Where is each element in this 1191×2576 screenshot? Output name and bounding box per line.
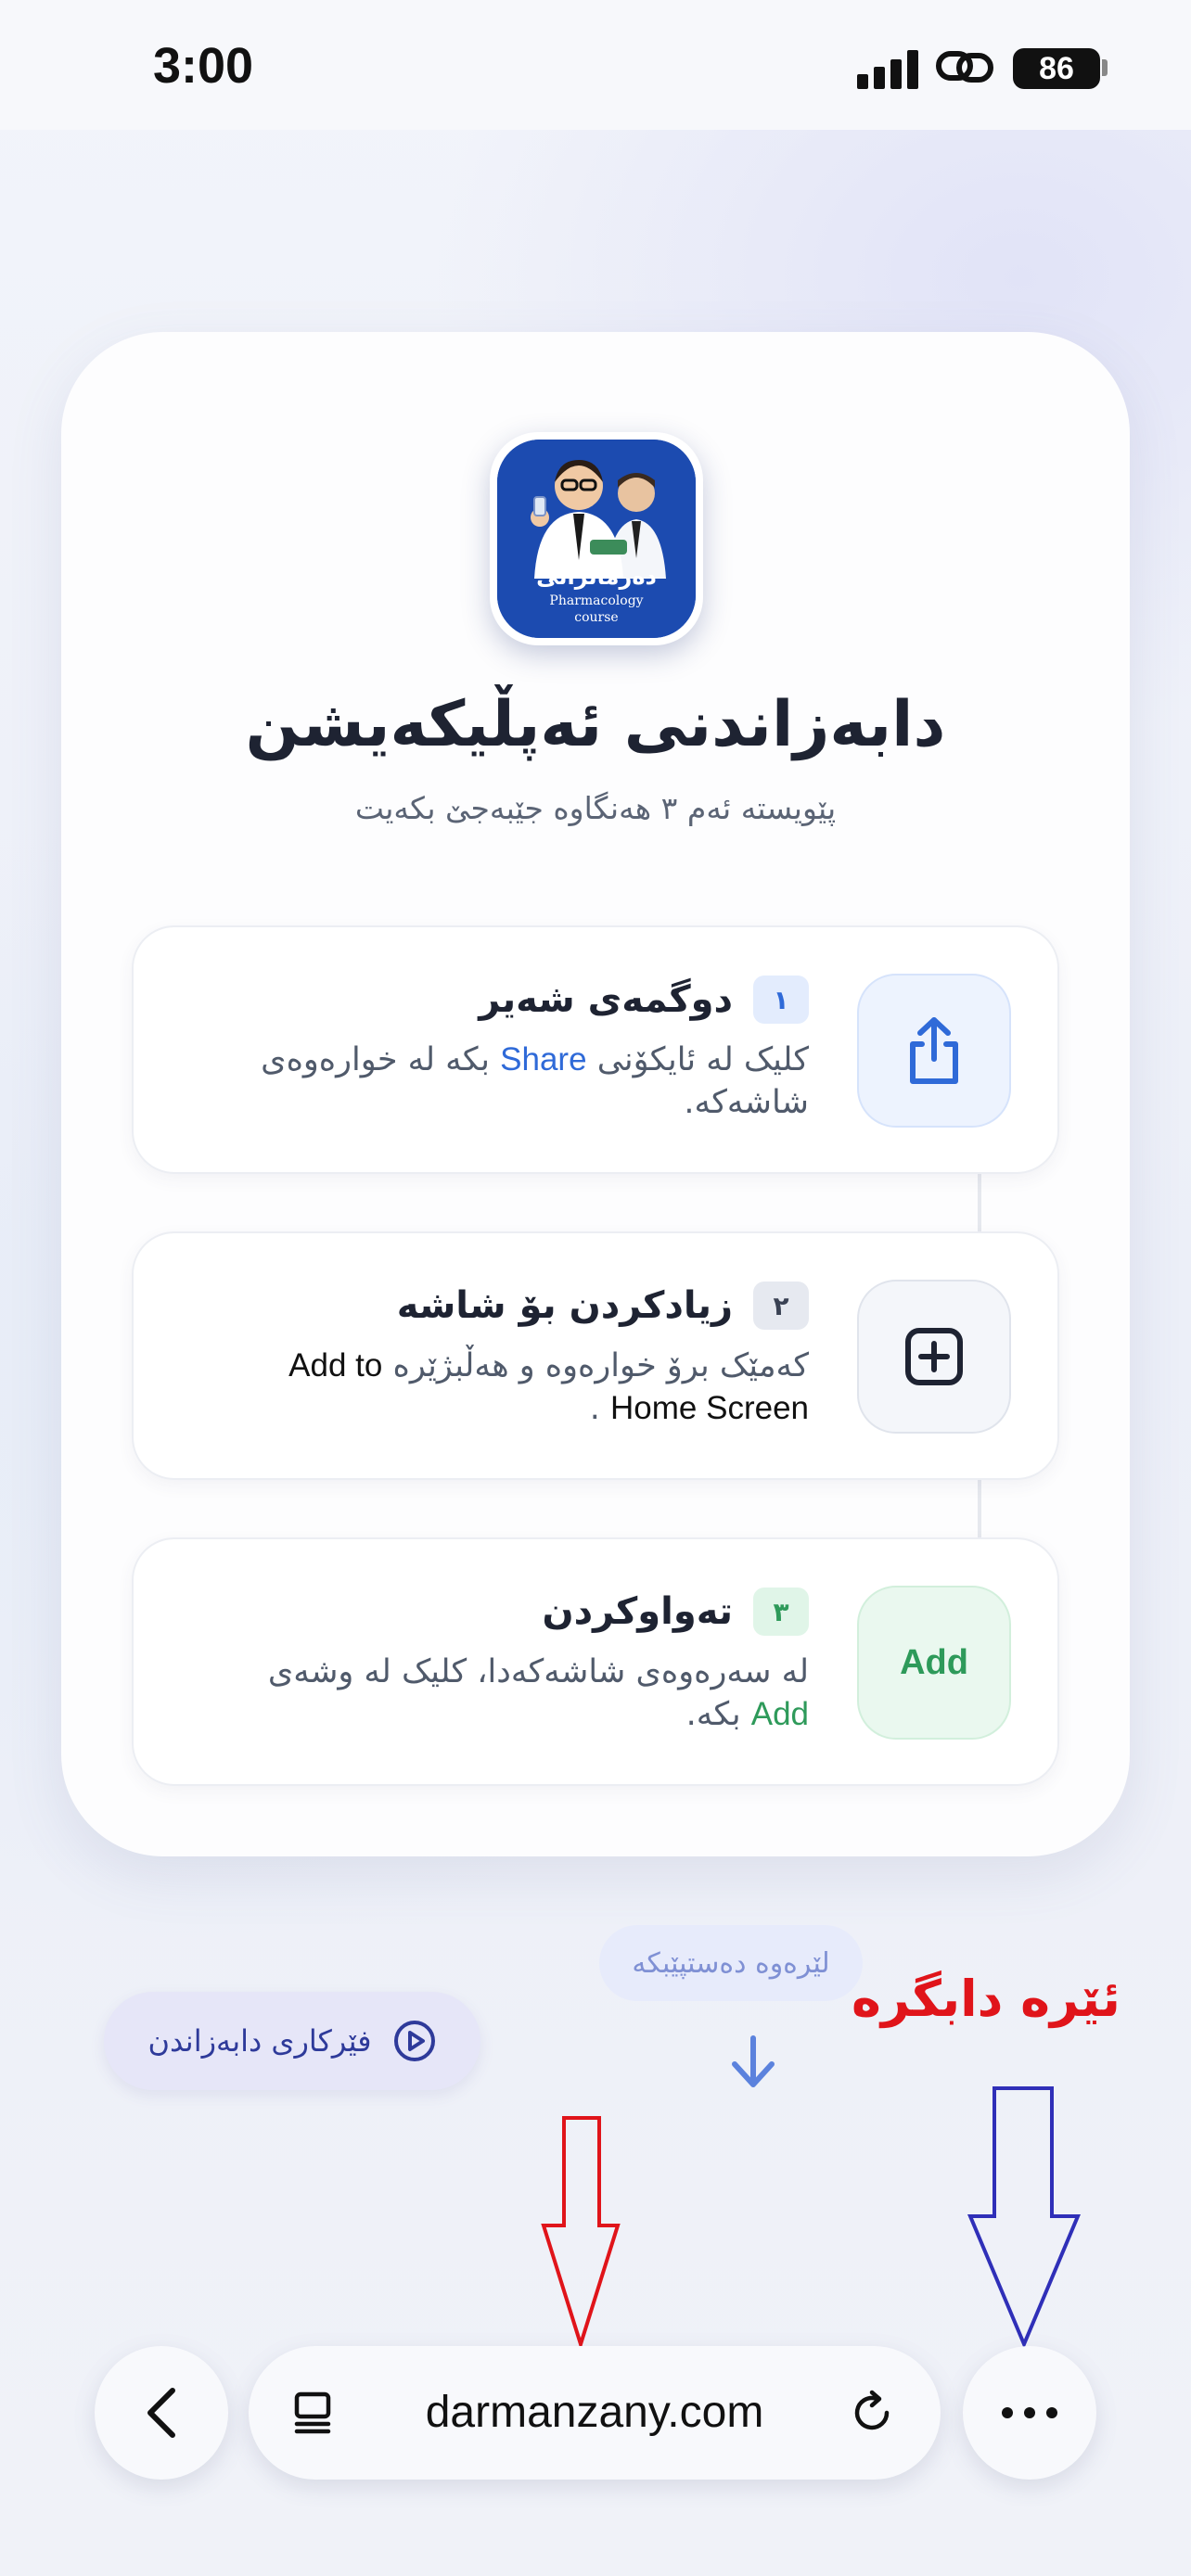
logo-subtitle-1: Pharmacology [549, 593, 644, 608]
step-desc-part: . [589, 1390, 600, 1427]
step-desc-highlight: Share [500, 1041, 587, 1078]
cellular-signal-icon [857, 48, 918, 89]
play-circle-icon [393, 2021, 435, 2061]
add-home-step-button[interactable] [857, 1280, 1011, 1434]
step-title: ١ دوگمەی شەیر [479, 976, 809, 1024]
step-connector [978, 1480, 981, 1539]
plus-square-icon [905, 1328, 963, 1385]
page-subtitle: پێویستە ئەم ٣ هەنگاوە جێبەجێ بکەیت [354, 790, 837, 826]
battery-indicator: 86 [1013, 48, 1100, 89]
logo-title: دەرمانزانی [536, 564, 657, 590]
status-time: 3:00 [153, 38, 254, 94]
app-logo: دەرمانزانی Pharmacology course [490, 432, 703, 645]
step-title-text: تەواوکردن [542, 1590, 733, 1633]
step-description: کلیک لە ئایکۆنی Share بکە لە خوارەوەی شا… [215, 1039, 809, 1124]
chevron-left-icon [147, 2388, 175, 2438]
url-text[interactable]: darmanzany.com [249, 2387, 941, 2438]
step-description: لە سەرەوەی شاشەکەدا، کلیک لە وشەی Add بک… [215, 1651, 809, 1736]
reload-icon[interactable] [848, 2389, 896, 2437]
link-icon [936, 51, 993, 83]
step-number-badge: ٢ [753, 1282, 809, 1330]
step-desc-part: بکە. [685, 1696, 741, 1733]
step-desc-part: کەمێک برۆ خوارەوە و هەڵبژێرە [392, 1347, 810, 1384]
annotation-press-here: ئێرە دابگرە [852, 1970, 1121, 2028]
step-title: ٢ زیادکردن بۆ شاشە [397, 1282, 809, 1330]
page-title: دابەزاندنی ئەپڵیکەیشن [245, 688, 946, 761]
arrow-down-icon [732, 2035, 775, 2087]
step-title-text: زیادکردن بۆ شاشە [396, 1284, 733, 1327]
back-button[interactable] [95, 2346, 228, 2480]
step-title: ٣ تەواوکردن [542, 1588, 809, 1636]
step-desc-highlight: Add [750, 1696, 809, 1732]
address-bar[interactable]: darmanzany.com [249, 2346, 941, 2480]
step-card-share: ١ دوگمەی شەیر کلیک لە ئایکۆنی Share بکە … [132, 925, 1059, 1174]
battery-tip [1102, 59, 1108, 76]
step-card-add-home: ٢ زیادکردن بۆ شاشە کەمێک برۆ خوارەوە و ه… [132, 1231, 1059, 1480]
share-icon [910, 1017, 958, 1084]
tutorial-button-label: فێرکاری دابەزاندن [147, 2023, 372, 2059]
more-options-button[interactable] [963, 2346, 1096, 2480]
start-here-hint: لێرەوە دەستپێبکە [599, 1925, 863, 2001]
logo-subtitle-2: course [574, 610, 619, 625]
step-card-complete: Add ٣ تەواوکردن لە سەرەوەی شاشەکەدا، کلی… [132, 1537, 1059, 1786]
status-bar: 3:00 86 [0, 0, 1191, 130]
add-step-button[interactable]: Add [857, 1586, 1011, 1740]
step-description: کەمێک برۆ خوارەوە و هەڵبژێرە Add to Home… [215, 1345, 809, 1430]
step-connector [978, 1174, 981, 1233]
step-number-badge: ١ [753, 976, 809, 1024]
step-title-text: دوگمەی شەیر [479, 978, 733, 1021]
step-desc-part: کلیک لە ئایکۆنی [596, 1041, 809, 1078]
share-step-button[interactable] [857, 974, 1011, 1128]
step-desc-part: لە سەرەوەی شاشەکەدا، کلیک لە وشەی [267, 1653, 809, 1690]
step-number-badge: ٣ [753, 1588, 809, 1636]
ellipsis-icon [1002, 2407, 1057, 2418]
tutorial-button[interactable]: فێرکاری دابەزاندن [104, 1992, 480, 2090]
